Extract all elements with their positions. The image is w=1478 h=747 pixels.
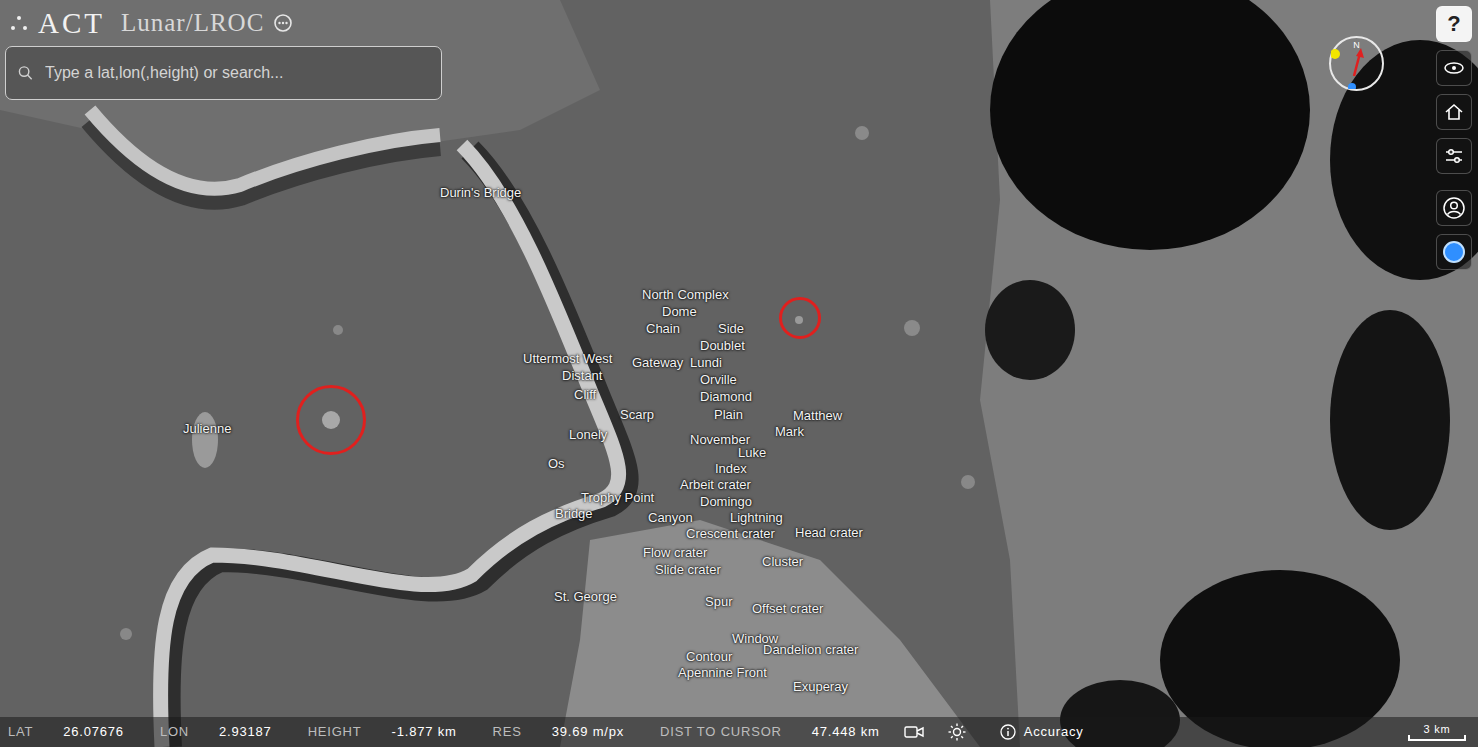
map-label[interactable]: North Complex — [642, 288, 729, 303]
scale-indicator: 3 km — [1408, 723, 1466, 741]
status-value: 2.93187 — [219, 722, 272, 742]
map-label[interactable]: St. George — [554, 590, 617, 605]
map-label[interactable]: Exuperay — [793, 680, 848, 695]
map-label[interactable]: Bridge — [555, 507, 593, 522]
map-label[interactable]: Diamond — [700, 390, 752, 405]
home-button[interactable] — [1436, 94, 1472, 130]
map-label[interactable]: Matthew — [793, 409, 842, 424]
accuracy-label: Accuracy — [1024, 722, 1084, 742]
status-field: LON 2.93187 — [160, 722, 272, 742]
map-label[interactable]: Cluster — [762, 555, 803, 570]
map-label[interactable]: Lightning — [730, 511, 783, 526]
scale-bar — [1408, 735, 1466, 741]
sliders-icon — [1443, 145, 1465, 167]
compass[interactable]: N — [1329, 36, 1384, 91]
map-label[interactable]: Mark — [775, 425, 804, 440]
map-label[interactable]: Luke — [738, 446, 766, 461]
status-label: LAT — [8, 722, 33, 742]
map-label[interactable]: Doublet — [700, 339, 745, 354]
map-label[interactable]: Os — [548, 457, 565, 472]
search-icon — [18, 65, 33, 81]
status-value: 26.07676 — [63, 722, 124, 742]
map-label[interactable]: Slide crater — [655, 563, 721, 578]
map-label[interactable]: Crescent crater — [686, 527, 775, 542]
toolbar: ? — [1436, 6, 1474, 270]
search-input[interactable] — [41, 47, 429, 99]
compass-north-label: N — [1353, 41, 1360, 50]
map-label[interactable]: Scarp — [620, 408, 654, 423]
map-label[interactable]: Flow crater — [643, 546, 707, 561]
search-box — [5, 46, 442, 100]
status-value: 47.448 km — [812, 722, 880, 742]
map-label[interactable]: Canyon — [648, 511, 693, 526]
scale-label: 3 km — [1423, 723, 1450, 735]
map-label[interactable]: Uttermost West — [523, 352, 612, 367]
help-button[interactable]: ? — [1436, 6, 1472, 42]
map-view[interactable]: Durin's Bridge Julienne Uttermost West Dist… — [0, 0, 1478, 747]
rotate-icon — [1443, 57, 1465, 79]
map-label[interactable]: Head crater — [795, 526, 863, 541]
location-button[interactable] — [1436, 234, 1472, 270]
map-label[interactable]: Contour — [686, 650, 732, 665]
map-label[interactable]: Offset crater — [752, 602, 823, 617]
map-label[interactable]: Index — [715, 462, 747, 477]
map-label[interactable]: Trophy Point — [581, 491, 654, 506]
status-label: HEIGHT — [308, 722, 362, 742]
sun-icon[interactable] — [948, 723, 966, 741]
status-fields: LAT 26.07676 LON 2.93187 HEIGHT -1.877 km RES 3… — [8, 722, 880, 742]
map-label[interactable]: Distant — [562, 369, 602, 384]
map-label[interactable]: Domingo — [700, 495, 752, 510]
app-logo[interactable]: ACT Lunar/LROC — [8, 6, 294, 41]
status-bar: LAT 26.07676 LON 2.93187 HEIGHT -1.877 km RES 3… — [0, 717, 1478, 747]
map-label[interactable]: Durin's Bridge — [440, 186, 521, 201]
status-field: DIST TO CURSOR 47.448 km — [660, 722, 880, 742]
status-field: HEIGHT -1.877 km — [308, 722, 457, 742]
map-label[interactable]: Lonely — [569, 428, 607, 443]
account-button[interactable] — [1436, 190, 1472, 226]
home-icon — [1443, 101, 1465, 123]
map-label[interactable]: Orville — [700, 373, 737, 388]
map-label[interactable]: Arbeit crater — [680, 478, 751, 493]
status-label: LON — [160, 722, 189, 742]
status-field: LAT 26.07676 — [8, 722, 124, 742]
map-label[interactable]: Dome — [662, 305, 697, 320]
map-label[interactable]: Apennine Front — [678, 666, 767, 681]
status-label: RES — [493, 722, 522, 742]
settings-button[interactable] — [1436, 138, 1472, 174]
user-icon — [1442, 196, 1466, 220]
rotate-button[interactable] — [1436, 50, 1472, 86]
location-dot-icon — [1442, 240, 1466, 264]
status-value: -1.877 km — [392, 722, 457, 742]
info-icon — [1000, 724, 1016, 740]
camera-icon[interactable] — [904, 725, 924, 739]
status-label: DIST TO CURSOR — [660, 722, 782, 742]
status-value: 39.69 m/px — [552, 722, 624, 742]
map-label[interactable]: Spur — [705, 595, 732, 610]
map-label[interactable]: Julienne — [183, 422, 231, 437]
map-label[interactable]: Gateway — [632, 356, 683, 371]
marker-ring[interactable] — [779, 297, 821, 339]
logo-mark: ACT — [38, 6, 105, 41]
map-label[interactable]: Plain — [714, 408, 743, 423]
map-label[interactable]: Dandelion crater — [763, 643, 858, 658]
accuracy-button[interactable]: Accuracy — [1000, 722, 1084, 742]
dots-logo-icon — [8, 12, 30, 34]
marker-ring[interactable] — [296, 385, 366, 455]
map-label[interactable]: Chain — [646, 322, 680, 337]
map-label[interactable]: Side — [718, 322, 744, 337]
map-label[interactable]: Lundi — [690, 356, 722, 371]
layers-menu-icon[interactable] — [272, 12, 294, 34]
map-label[interactable]: Cliff — [574, 388, 596, 403]
product-name: Lunar/LROC — [121, 8, 264, 38]
status-field: RES 39.69 m/px — [493, 722, 624, 742]
